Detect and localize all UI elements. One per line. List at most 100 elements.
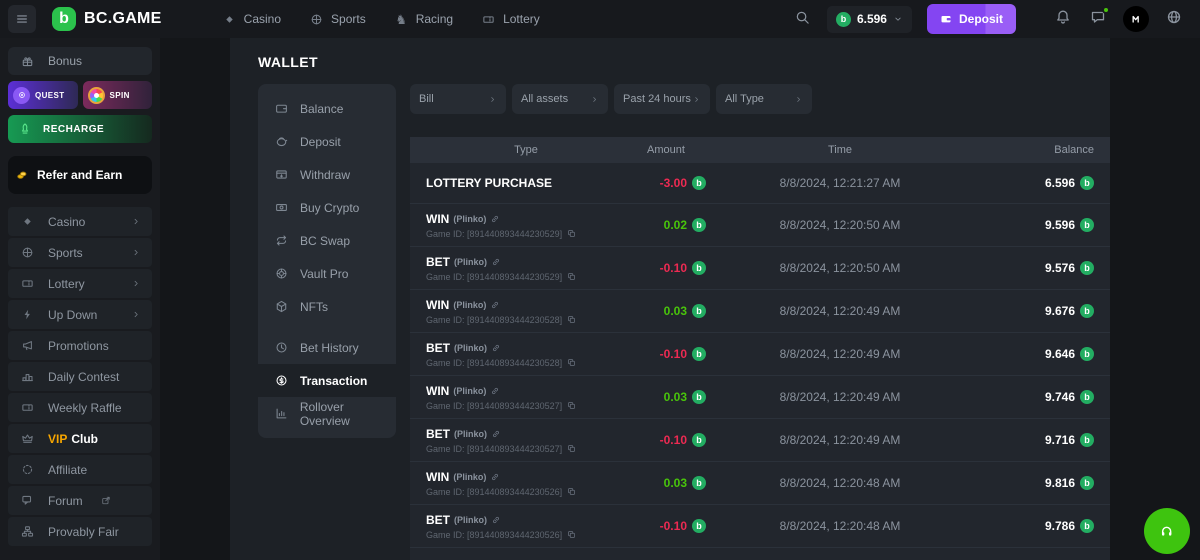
filter-all-assets[interactable]: All assets: [512, 84, 608, 114]
wallet-nav-bc-swap[interactable]: BC Swap: [258, 224, 396, 257]
copy-icon[interactable]: [566, 530, 576, 539]
filters-row: Bill All assets Past 24 hoursAll Type: [410, 84, 1110, 114]
game-id: Game ID: [891440893444230527]: [426, 444, 562, 454]
top-nav-lottery[interactable]: Lottery: [481, 12, 540, 26]
top-nav-casino[interactable]: Casino: [222, 12, 281, 26]
sidebar-item-sports[interactable]: Sports: [8, 238, 152, 267]
wallet-nav-buy-crypto[interactable]: Buy Crypto: [258, 191, 396, 224]
time-cell: 8/8/2024, 12:20:50 AM: [706, 218, 974, 232]
refer-and-earn-button[interactable]: Refer and Earn: [8, 156, 152, 194]
sidebar-item-promotions[interactable]: Promotions: [8, 331, 152, 360]
logo[interactable]: b BC.GAME: [52, 7, 162, 31]
amount-value: -0.10: [660, 519, 687, 533]
sidebar-item-vip-club[interactable]: VIPClub: [8, 424, 152, 453]
filter-label: All assets: [521, 93, 568, 105]
table-row: WIN(Plinko): [410, 547, 1110, 560]
table-row: BET(Plinko) Game ID: [891440893444230527]…: [410, 418, 1110, 461]
coin-icon: b: [692, 176, 706, 190]
sports-icon: [19, 246, 35, 259]
type-cell: BET(Plinko) Game ID: [891440893444230527]: [426, 427, 626, 454]
support-button[interactable]: [1144, 508, 1190, 554]
top-nav-racing[interactable]: ♞Racing: [394, 12, 453, 26]
search-button[interactable]: [794, 10, 812, 29]
logo-text: BC.GAME: [84, 10, 162, 28]
sidebar-item-casino[interactable]: Casino: [8, 207, 152, 236]
transaction-type: BET: [426, 513, 450, 527]
copy-icon[interactable]: [566, 272, 576, 281]
copy-icon[interactable]: [566, 315, 576, 324]
gift-icon: [21, 55, 34, 68]
copy-icon[interactable]: [566, 401, 576, 410]
copy-icon[interactable]: [566, 229, 576, 238]
filter-past-24-hours[interactable]: Past 24 hours: [614, 84, 710, 114]
avatar[interactable]: [1123, 6, 1149, 32]
wallet-nav-nfts[interactable]: NFTs: [258, 290, 396, 323]
sidebar-item-affiliate[interactable]: Affiliate: [8, 455, 152, 484]
wallet-nav-balance[interactable]: Balance: [258, 92, 396, 125]
type-line: BET(Plinko): [426, 427, 501, 441]
chat-button[interactable]: [1088, 9, 1108, 30]
buy-crypto-icon: [274, 201, 289, 214]
game-id: Game ID: [891440893444230529]: [426, 272, 562, 282]
recharge-button[interactable]: RECHARGE: [8, 115, 152, 143]
quest-button[interactable]: QUEST: [8, 81, 78, 109]
balance-value: 9.676: [1045, 304, 1075, 318]
top-nav-sports[interactable]: Sports: [309, 12, 366, 26]
coin-icon: b: [1080, 519, 1094, 533]
wallet-nav-vault-pro[interactable]: Vault Pro: [258, 257, 396, 290]
sidebar-item-provably-fair[interactable]: Provably Fair: [8, 517, 152, 546]
table-header: TypeAmountTimeBalance: [410, 137, 1110, 163]
coin-icon: b: [836, 12, 851, 27]
game-id: Game ID: [891440893444230526]: [426, 487, 562, 497]
game-id-line: Game ID: [891440893444230527]: [426, 401, 576, 411]
spin-label: SPIN: [110, 91, 130, 100]
balance-cell: 9.816b: [974, 476, 1094, 490]
wallet-nav-transaction[interactable]: Transaction: [258, 364, 396, 397]
refer-label: Refer and Earn: [37, 168, 122, 182]
forum-icon: [19, 494, 35, 507]
copy-icon[interactable]: [566, 358, 576, 367]
page-title: WALLET: [258, 54, 1110, 70]
coin-icon: b: [1080, 176, 1094, 190]
logo-icon: b: [52, 7, 76, 31]
copy-icon[interactable]: [566, 487, 576, 496]
transaction-type: WIN: [426, 470, 449, 484]
swap-icon: [274, 234, 289, 247]
game-name: (Plinko): [453, 472, 486, 482]
copy-icon[interactable]: [566, 444, 576, 453]
sidebar-item-weekly-raffle[interactable]: Weekly Raffle: [8, 393, 152, 422]
wallet-nav-deposit[interactable]: Deposit: [258, 125, 396, 158]
game-id: Game ID: [891440893444230528]: [426, 315, 562, 325]
bonus-button[interactable]: Bonus: [8, 47, 152, 75]
amount-value: -0.10: [660, 261, 687, 275]
wallet-nav-label: Transaction: [300, 374, 367, 388]
language-button[interactable]: [1164, 9, 1184, 30]
type-cell: LOTTERY PURCHASE: [426, 176, 626, 190]
balance-selector[interactable]: b 6.596: [827, 6, 912, 33]
spin-button[interactable]: SPIN: [83, 81, 153, 109]
wallet-icon: [940, 13, 952, 25]
bell-icon: [1055, 9, 1071, 25]
sidebar-item-up-down[interactable]: Up Down: [8, 300, 152, 329]
wallet-nav-withdraw[interactable]: Withdraw: [258, 158, 396, 191]
chevron-right-icon: [794, 94, 803, 105]
notifications-button[interactable]: [1053, 9, 1073, 30]
game-id-line: Game ID: [891440893444230526]: [426, 530, 576, 540]
amount-value: -0.10: [660, 433, 687, 447]
type-cell: WIN(Plinko)Game ID: [891440893444230529]: [426, 212, 626, 239]
filter-bill[interactable]: Bill: [410, 84, 506, 114]
deposit-button[interactable]: Deposit: [927, 4, 1016, 34]
wallet-nav-rollover-overview[interactable]: Rollover Overview: [258, 397, 396, 430]
coin-icon: b: [1080, 304, 1094, 318]
wallet-nav-bet-history[interactable]: Bet History: [258, 331, 396, 364]
type-cell: WIN (Plinko) Game ID: [891440893444230526]: [426, 470, 626, 497]
sidebar-item-daily-contest[interactable]: Daily Contest: [8, 362, 152, 391]
filter-all-type[interactable]: All Type: [716, 84, 812, 114]
sidebar-item-label: Forum: [48, 494, 83, 508]
sidebar-item-lottery[interactable]: Lottery: [8, 269, 152, 298]
bonus-label: Bonus: [48, 54, 82, 68]
spin-wheel-icon: [88, 87, 105, 104]
sidebar-item-forum[interactable]: Forum: [8, 486, 152, 515]
menu-button[interactable]: [8, 5, 36, 33]
balance-value: 9.576: [1045, 261, 1075, 275]
